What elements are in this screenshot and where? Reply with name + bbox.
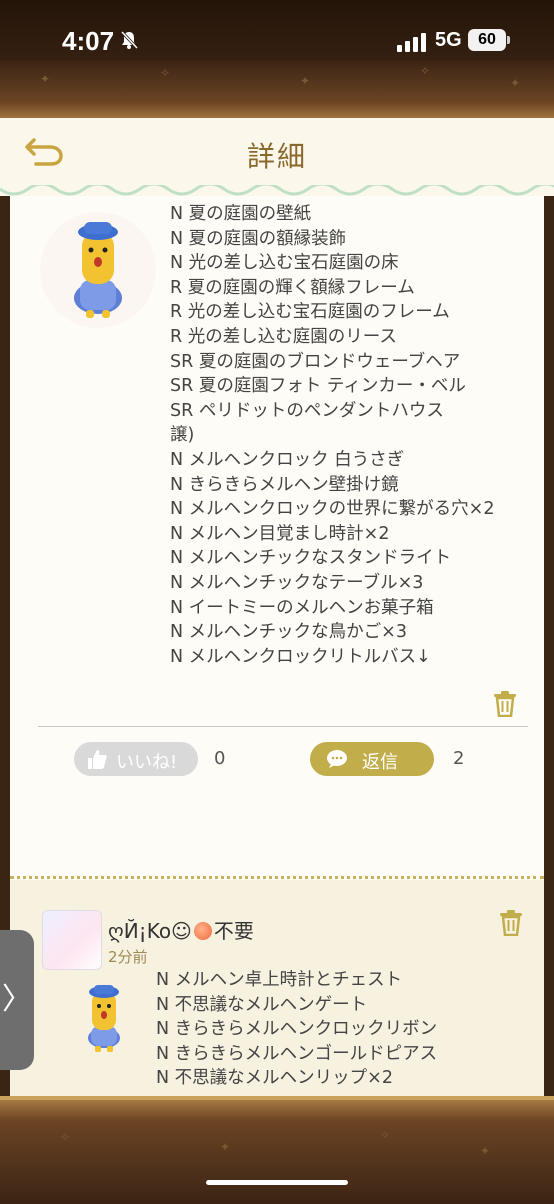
list-item: N メルヘン卓上時計とチェスト [156,970,403,990]
list-item: R 光の差し込む宝石庭園のフレーム [170,302,450,323]
list-item: N 夏の庭園の壁紙 [170,204,312,224]
thumbs-up-icon [88,750,107,769]
comment-username[interactable]: ღЙ¡Ko☺ 不要 [108,915,254,944]
status-time: 4:07 [62,26,115,56]
mute-bell-icon [120,30,138,50]
side-expand-tab[interactable]: 〉 [0,930,34,1070]
star-decoration: ✦ [40,72,51,86]
signal-icon [397,33,426,52]
star-decoration: ✧ [380,1128,391,1142]
bear-avatar-icon [40,212,156,328]
star-decoration: ✦ [220,1140,231,1154]
list-item: SR 夏の庭園フォト ティンカー・ベル [170,376,466,397]
user-avatar[interactable] [42,910,102,970]
username-prefix: ღЙ¡Ko☺ [108,919,192,943]
list-item: SR ペリドットのペンダントハウス [170,400,444,421]
reply-button[interactable]: 返信 [310,742,434,776]
speech-bubble-icon [327,750,347,768]
username-suffix: 不要 [213,919,254,943]
list-item: N メルヘンクロック 白うさぎ [170,449,405,470]
reply-count: 2 [453,748,465,769]
star-decoration: ✦ [510,76,521,90]
list-item: R 夏の庭園の輝く額縁フレーム [170,277,415,298]
star-decoration: ✦ [300,74,311,88]
comment-item-list: N メルヘン卓上時計とチェスト N 不思議なメルヘンゲート N きらきらメルヘン… [156,968,536,1091]
list-item: N きらきらメルヘン壁掛け鏡 [170,474,399,495]
list-item: N 光の差し込む宝石庭園の床 [170,253,399,274]
star-decoration: ✧ [160,66,171,80]
star-decoration: ✧ [420,64,431,78]
list-item: N メルヘンチックなテーブル×3 [170,572,424,593]
like-label: いいね! [116,752,178,773]
home-indicator[interactable] [206,1180,348,1185]
top-frame: ✦ ✧ ✦ ✧ ✦ [0,60,554,124]
peach-icon [193,922,212,940]
like-button[interactable]: いいね! [74,742,198,776]
dotted-divider [10,876,544,879]
page-title: 詳細 [246,140,307,173]
list-item: N メルヘンチックな鳥かご×3 [170,622,407,643]
star-decoration: ✦ [480,1144,491,1158]
list-item: N 不思議なメルヘンリップ×2 [156,1068,393,1089]
list-item: N きらきらメルヘンクロックリボン [156,1019,438,1040]
list-item: N イートミーのメルヘンお菓子箱 [170,597,434,618]
reply-label: 返信 [362,752,398,773]
comment-timestamp: 2分前 [108,948,148,966]
list-item: N メルヘンクロックリトルバス↓ [170,646,431,667]
list-item: N 不思議なメルヘンゲート [156,994,368,1015]
like-count: 0 [214,748,226,769]
bear-sticker-icon [88,985,120,1052]
list-item: 譲) [170,425,195,446]
list-item: N 夏の庭園の額縁装飾 [170,228,347,249]
list-item: N メルヘンチックなスタンドライト [170,548,452,569]
battery-icon: 60 [468,29,506,51]
list-item: N きらきらメルヘンゴールドピアス [156,1043,438,1064]
star-decoration: ✧ [60,1130,71,1144]
divider [38,726,528,727]
trash-icon[interactable] [499,910,523,936]
list-item: R 光の差し込む庭園のリース [170,326,397,347]
trash-icon[interactable] [493,691,517,717]
post-item-list: N 夏の庭園の壁紙 N 夏の庭園の額縁装飾 N 光の差し込む宝石庭園の床 R 夏… [170,202,540,669]
bottom-frame: ✧ ✦ ✧ ✦ [0,1096,554,1204]
list-item: N メルヘン目覚まし時計×2 [170,523,390,544]
network-label: 5G [435,29,462,51]
battery-tip [507,36,510,44]
list-item: N メルヘンクロックの世界に繋がる穴×2 [170,499,495,520]
list-item: SR 夏の庭園のブロンドウェーブヘア [170,351,461,372]
